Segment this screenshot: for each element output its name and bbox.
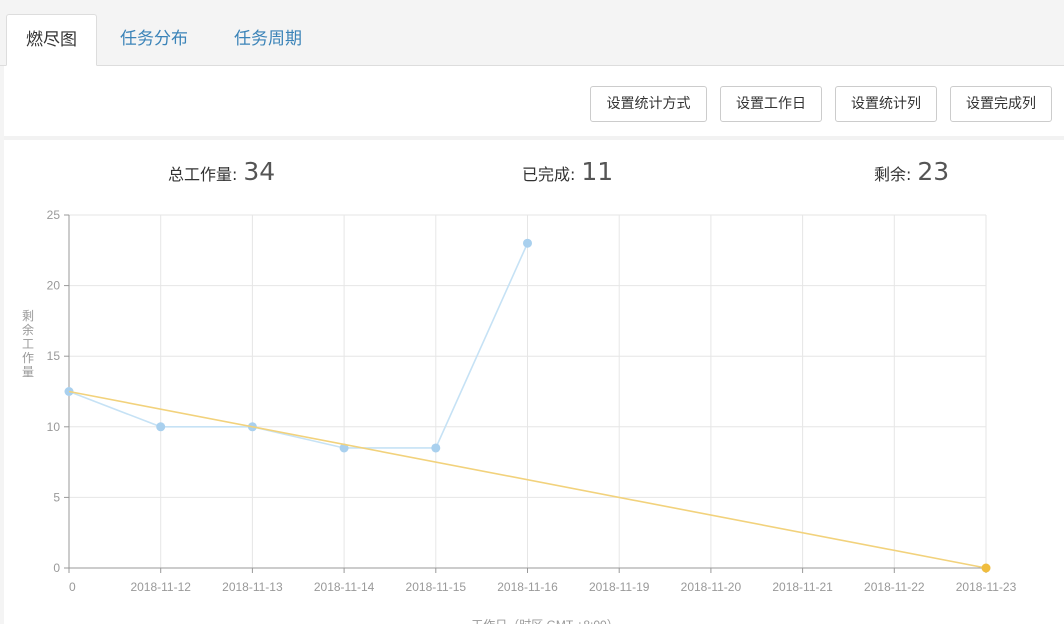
y-tick-label: 15: [47, 349, 61, 363]
x-tick-label: 2018-11-14: [314, 580, 375, 594]
x-tick-label: 2018-11-20: [681, 580, 742, 594]
x-tick-label: 2018-11-13: [222, 580, 283, 594]
chart-grid: [69, 214, 987, 568]
x-tick-label: 2018-11-23: [956, 580, 1017, 594]
x-tick-label: 2018-11-12: [130, 580, 191, 594]
series-line-actual: [68, 242, 529, 449]
x-tick-label: 0: [69, 580, 76, 594]
x-tick-label: 2018-11-22: [864, 580, 925, 594]
y-axis-label: 剩余工作量: [22, 309, 34, 379]
point-actual: [156, 422, 166, 432]
y-tick-label: 5: [53, 490, 60, 504]
point-actual: [431, 443, 441, 453]
y-tick-label: 20: [47, 279, 61, 293]
chart-labels: 0 5 10 15 20 25 0 2018-11-12 2018-11-13 2018-11-1…: [22, 208, 1017, 624]
x-tick-label: 2018-11-16: [497, 580, 558, 594]
point-actual: [523, 238, 532, 248]
point-ideal: [981, 563, 991, 573]
x-tick-label: 2018-11-15: [406, 580, 467, 594]
x-tick-label: 2018-11-19: [589, 580, 650, 594]
y-tick-label: 10: [47, 420, 61, 434]
burndown-chart: 0 5 10 15 20 25 0 2018-11-12 2018-11-13 2018-11-1…: [22, 208, 1017, 624]
y-tick-label: 25: [47, 208, 61, 222]
y-tick-label: 0: [53, 561, 60, 575]
x-tick-label: 2018-11-21: [772, 580, 833, 594]
chart-axes: [64, 214, 987, 573]
x-axis-label: 工作日（时区 GMT +8:00）: [471, 618, 618, 624]
